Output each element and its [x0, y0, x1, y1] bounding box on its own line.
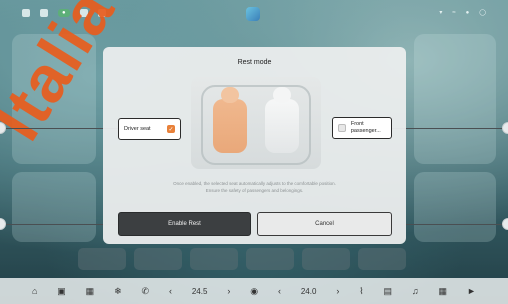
left-temperature: 24.5: [191, 286, 208, 296]
checkbox-unchecked-icon[interactable]: [338, 124, 346, 132]
volume-icon[interactable]: ►: [467, 286, 476, 296]
clock-icon: ◯: [479, 10, 486, 16]
rest-mode-description: Once enabled, the selected seat automati…: [103, 180, 406, 194]
background-card: [414, 34, 496, 164]
front-passenger-option[interactable]: Front passenger...: [332, 117, 392, 139]
temp-down-icon[interactable]: ‹: [278, 286, 281, 296]
pointer-line: [6, 224, 118, 225]
wiper-icon[interactable]: ⌇: [359, 286, 363, 296]
passenger-seat-graphic[interactable]: [265, 87, 299, 153]
car-seat-illustration: [191, 77, 321, 169]
right-handle-top[interactable]: [502, 122, 508, 134]
pointer-line: [392, 128, 502, 129]
driver-seat-graphic[interactable]: [213, 87, 247, 153]
seat-icon[interactable]: ▦: [86, 286, 95, 296]
background-card: [12, 172, 96, 242]
checkbox-checked-icon[interactable]: ✓: [167, 125, 175, 133]
car-icon[interactable]: ▣: [57, 286, 66, 296]
dialog-title: Rest mode: [237, 59, 272, 66]
profile-icon[interactable]: ●: [466, 10, 470, 16]
description-line: Once enabled, the selected seat automati…: [173, 181, 336, 186]
app-tile[interactable]: [78, 248, 126, 270]
driver-seat-label: Driver seat: [124, 126, 151, 132]
temp-down-icon[interactable]: ‹: [169, 286, 172, 296]
fan-icon[interactable]: ◉: [250, 286, 258, 296]
headrest: [221, 87, 239, 103]
home-icon[interactable]: ⌂: [32, 286, 37, 296]
description-line: Ensure the safety of passengers and belo…: [205, 188, 304, 193]
pointer-line: [392, 224, 502, 225]
app-tile[interactable]: [302, 248, 350, 270]
pointer-line: [6, 128, 118, 129]
app-tile[interactable]: [134, 248, 182, 270]
right-temperature: 24.0: [300, 286, 317, 296]
enable-rest-button[interactable]: Enable Rest: [118, 212, 251, 236]
front-passenger-label: Front passenger...: [350, 121, 381, 134]
app-tiles-row: [78, 248, 406, 270]
defrost-icon[interactable]: ▤: [384, 286, 393, 296]
app-tile[interactable]: [246, 248, 294, 270]
app-tile[interactable]: [190, 248, 238, 270]
driver-seat-option[interactable]: Driver seat ✓: [118, 118, 181, 140]
app-logo-icon: [246, 7, 260, 21]
music-icon[interactable]: ♫: [412, 286, 419, 296]
temp-up-icon[interactable]: ›: [227, 286, 230, 296]
status-bar-right: ▾ ≈ ● ◯: [439, 9, 486, 17]
climate-icon[interactable]: ❄: [114, 286, 122, 296]
status-icon: [22, 9, 30, 17]
headrest: [273, 87, 291, 103]
temp-up-icon[interactable]: ›: [336, 286, 339, 296]
right-handle-bottom[interactable]: [502, 218, 508, 230]
app-tile[interactable]: [358, 248, 406, 270]
bottom-dock: ⌂ ▣ ▦ ❄ ✆ ‹ 24.5 › ◉ ‹ 24.0 › ⌇ ▤ ♫ ▦ ►: [0, 278, 508, 304]
apps-icon[interactable]: ▦: [439, 286, 448, 296]
wifi-icon: ≈: [452, 9, 456, 16]
phone-icon[interactable]: ✆: [142, 286, 150, 296]
background-card: [414, 172, 496, 242]
cancel-button[interactable]: Cancel: [257, 212, 392, 236]
signal-icon: ▾: [439, 10, 443, 16]
